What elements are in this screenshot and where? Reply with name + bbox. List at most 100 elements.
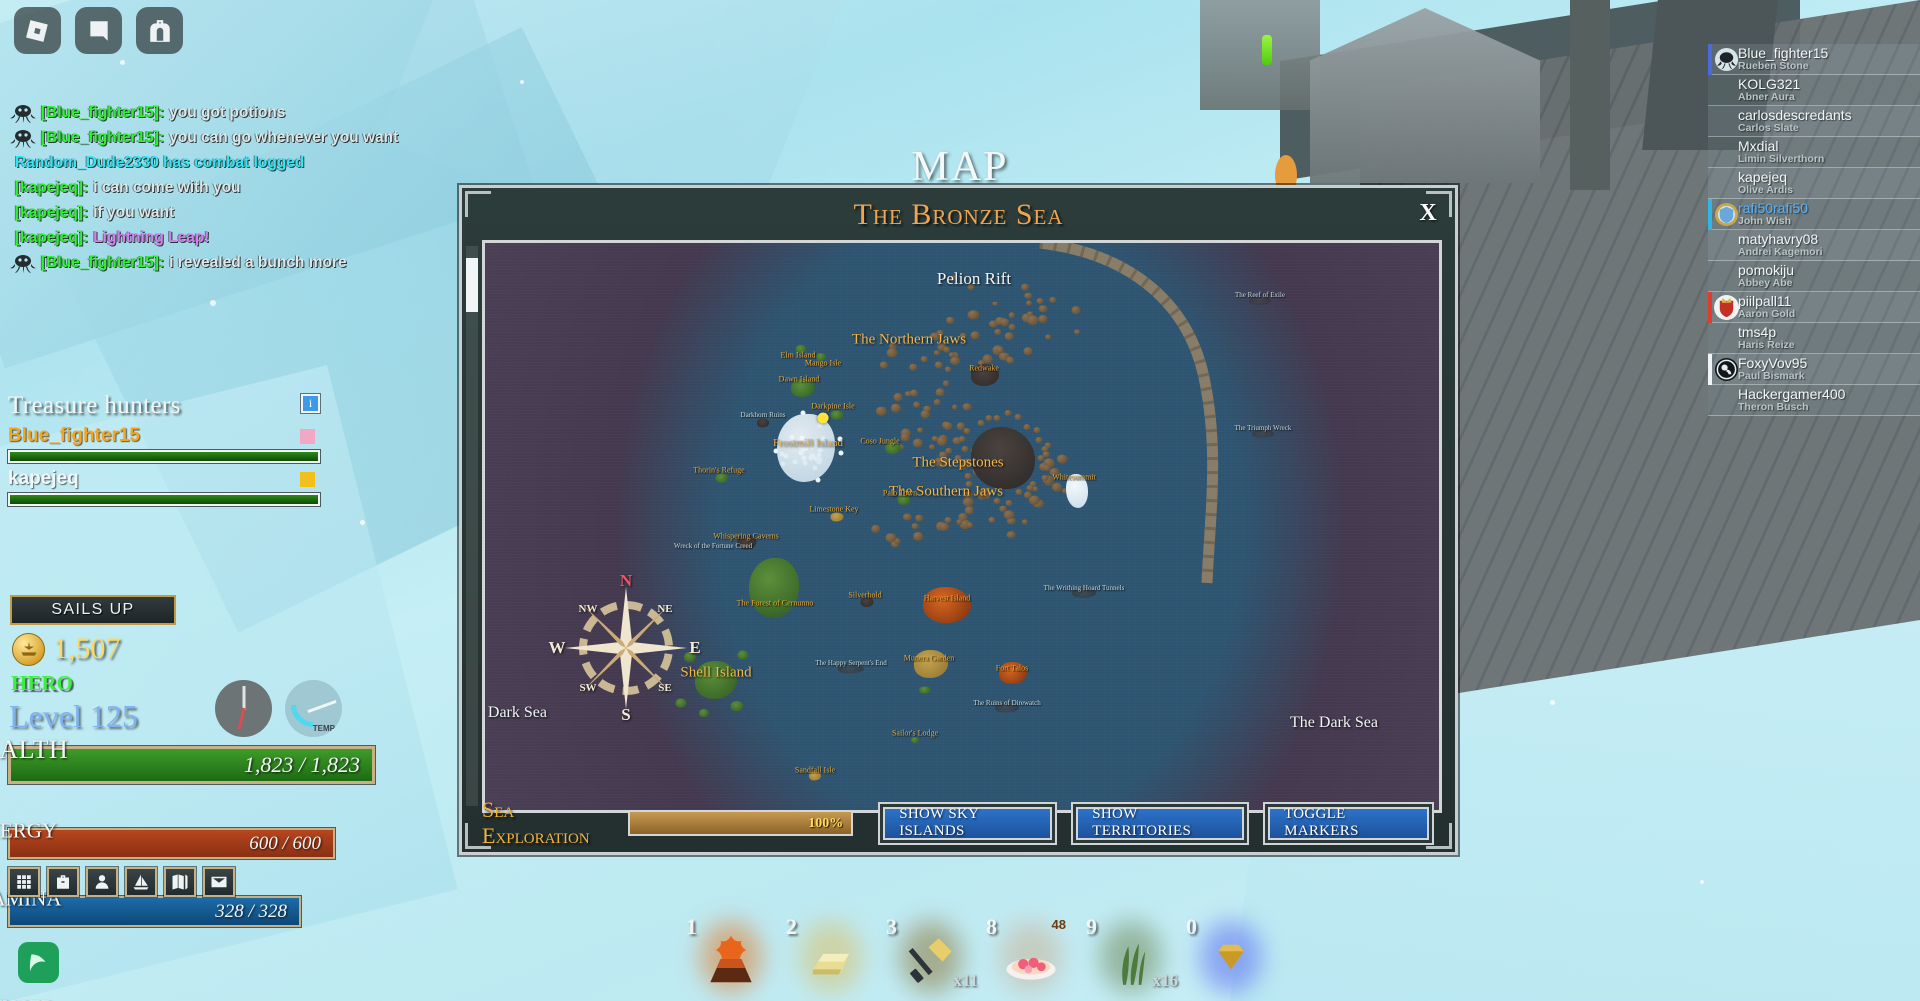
hotbar-slot[interactable]: 3 x11 [886,914,978,993]
player-names: tms4p Haris Reize [1738,325,1795,351]
temperature-widget: TEMP [285,680,342,737]
compass-ne: NE [657,603,673,615]
map-rock [977,420,985,427]
red-knight-icon [1714,295,1739,320]
player-display-name: Theron Busch [1738,401,1809,414]
player-names: carlosdescredants Carlos Slate [1738,108,1852,134]
map-icon[interactable] [164,867,196,897]
hunter-color-swatch [300,472,315,487]
map-rock [920,410,930,419]
player-display-name: Aaron Gold [1738,308,1796,321]
map-rock [963,427,971,434]
hotbar-slot[interactable]: 8 48 [986,914,1066,993]
show-sky-islands-button[interactable]: SHOW SKY ISLANDS [883,806,1053,840]
player-list-row[interactable]: Blue_fighter15 Rueben Stone [1708,44,1920,75]
map-rock [890,403,901,413]
inventory-grid-icon[interactable] [8,867,40,897]
map-rock [996,346,1004,353]
hotbar-slot[interactable]: 2 [786,914,862,993]
health-bar: HEALTH 1,823 / 1,823 [0,735,375,784]
map-canvas[interactable]: Pelion Rift The Northern Jaws The Southern… [482,240,1442,813]
map-rock [1005,499,1013,506]
map-rock [951,275,957,281]
energy-value: 600 / 600 [249,832,321,854]
shield-badge-icon [1714,202,1739,227]
player-list-row[interactable]: Hackergamer400 Theron Busch [1708,385,1920,416]
close-icon[interactable]: X [1415,200,1441,226]
hunter-health-bar [8,450,320,463]
chat-line: [kapejeq]: Lightning Leap! [10,225,480,250]
player-list-row[interactable]: FoxyVov95 Paul Bismark [1708,354,1920,385]
player-display-name: Haris Reize [1738,339,1795,352]
map-rock [910,389,919,397]
backpack-icon[interactable] [136,7,183,54]
map-rock [900,433,910,441]
item-hotbar: 1 2 3 x11 8 48 9 x16 0 [686,914,1262,993]
chat-line: [Blue_fighter15]: you got potions [10,100,480,125]
hunters-info-button[interactable]: i [301,394,320,413]
map-rock [962,403,972,411]
mail-icon[interactable] [203,867,235,897]
map-bottom-bar: Sea Exploration 100% SHOW SKY ISLANDS SH… [482,797,1435,848]
emerald-icon[interactable] [18,942,59,983]
player-team-marker [1708,292,1712,323]
map-rock [944,447,953,455]
player-username: matyhavry08 [1738,231,1819,248]
hotbar-slot[interactable]: 0 [1186,914,1262,993]
chat-icon[interactable] [75,7,122,54]
hotbar-slot[interactable]: 1 [686,914,762,993]
player-display-name: Carlos Slate [1738,122,1799,135]
map-rock [876,406,887,416]
map-rock [1023,423,1031,430]
map-rock [937,436,948,446]
player-names: rafi50rafi50 John Wish [1738,201,1808,227]
ship-sail-icon[interactable] [125,867,157,897]
hotbar-slot[interactable]: 9 x16 [1086,914,1178,993]
energy-bar: ENERGY 600 / 600 [0,819,335,859]
hunter-entry: Blue_fighter15 [8,425,338,463]
map-rock [1035,437,1043,444]
map-scrollbar-thumb[interactable] [466,258,478,312]
map-rock [1026,300,1033,306]
player-display-name: John Wish [1738,215,1791,228]
map-rock [1006,357,1015,364]
hotbar-slot-key: 8 [986,914,997,939]
briefcase-icon[interactable] [47,867,79,897]
player-list-row[interactable]: matyhavry08 Andrei Kagemori [1708,230,1920,261]
map-rock [936,329,944,336]
map-rock [912,401,921,408]
map-rock [1004,332,1014,341]
player-username: FoxyVov95 [1738,355,1808,372]
map-rock [933,457,945,467]
compass-n: N [619,571,633,590]
map-scrollbar[interactable] [466,246,478,806]
map-rock [970,331,980,339]
compass-s: S [621,705,631,724]
player-list-row[interactable]: rafi50rafi50 John Wish [1708,199,1920,230]
kraken-badge-icon [10,253,36,273]
map-rock [976,488,984,495]
map-rock [871,524,881,533]
map-rock [962,497,974,507]
player-list-row[interactable]: piilpall11 Aaron Gold [1708,292,1920,323]
player-username: tms4p [1738,324,1777,341]
stamina-bar: STAMINA 328 / 328 [0,887,301,927]
player-list-row[interactable]: carlosdescredants Carlos Slate [1708,106,1920,137]
toggle-markers-button[interactable]: TOGGLE MARKERS [1268,806,1429,840]
food-plate-icon [1000,929,1062,989]
map-rock [913,532,924,541]
roblox-logo-icon[interactable] [14,7,61,54]
player-list-row[interactable]: pomokiju Abbey Abe [1708,261,1920,292]
map-rock [1039,304,1048,313]
map-region-title: The Bronze Sea [853,198,1064,231]
player-list-row[interactable]: tms4p Haris Reize [1708,323,1920,354]
chat-message: you got potions [169,104,286,121]
map-rock [1008,312,1015,319]
gem-icon [1200,929,1262,989]
show-territories-button[interactable]: SHOW TERRITORIES [1076,806,1245,840]
map-dialog: The Bronze Sea X Pelion Rift The Norther… [459,185,1458,855]
player-list-row[interactable]: KOLG321 Abner Aura [1708,75,1920,106]
profile-icon[interactable] [86,867,118,897]
compass-e: E [689,638,701,657]
map-rock [915,514,924,522]
